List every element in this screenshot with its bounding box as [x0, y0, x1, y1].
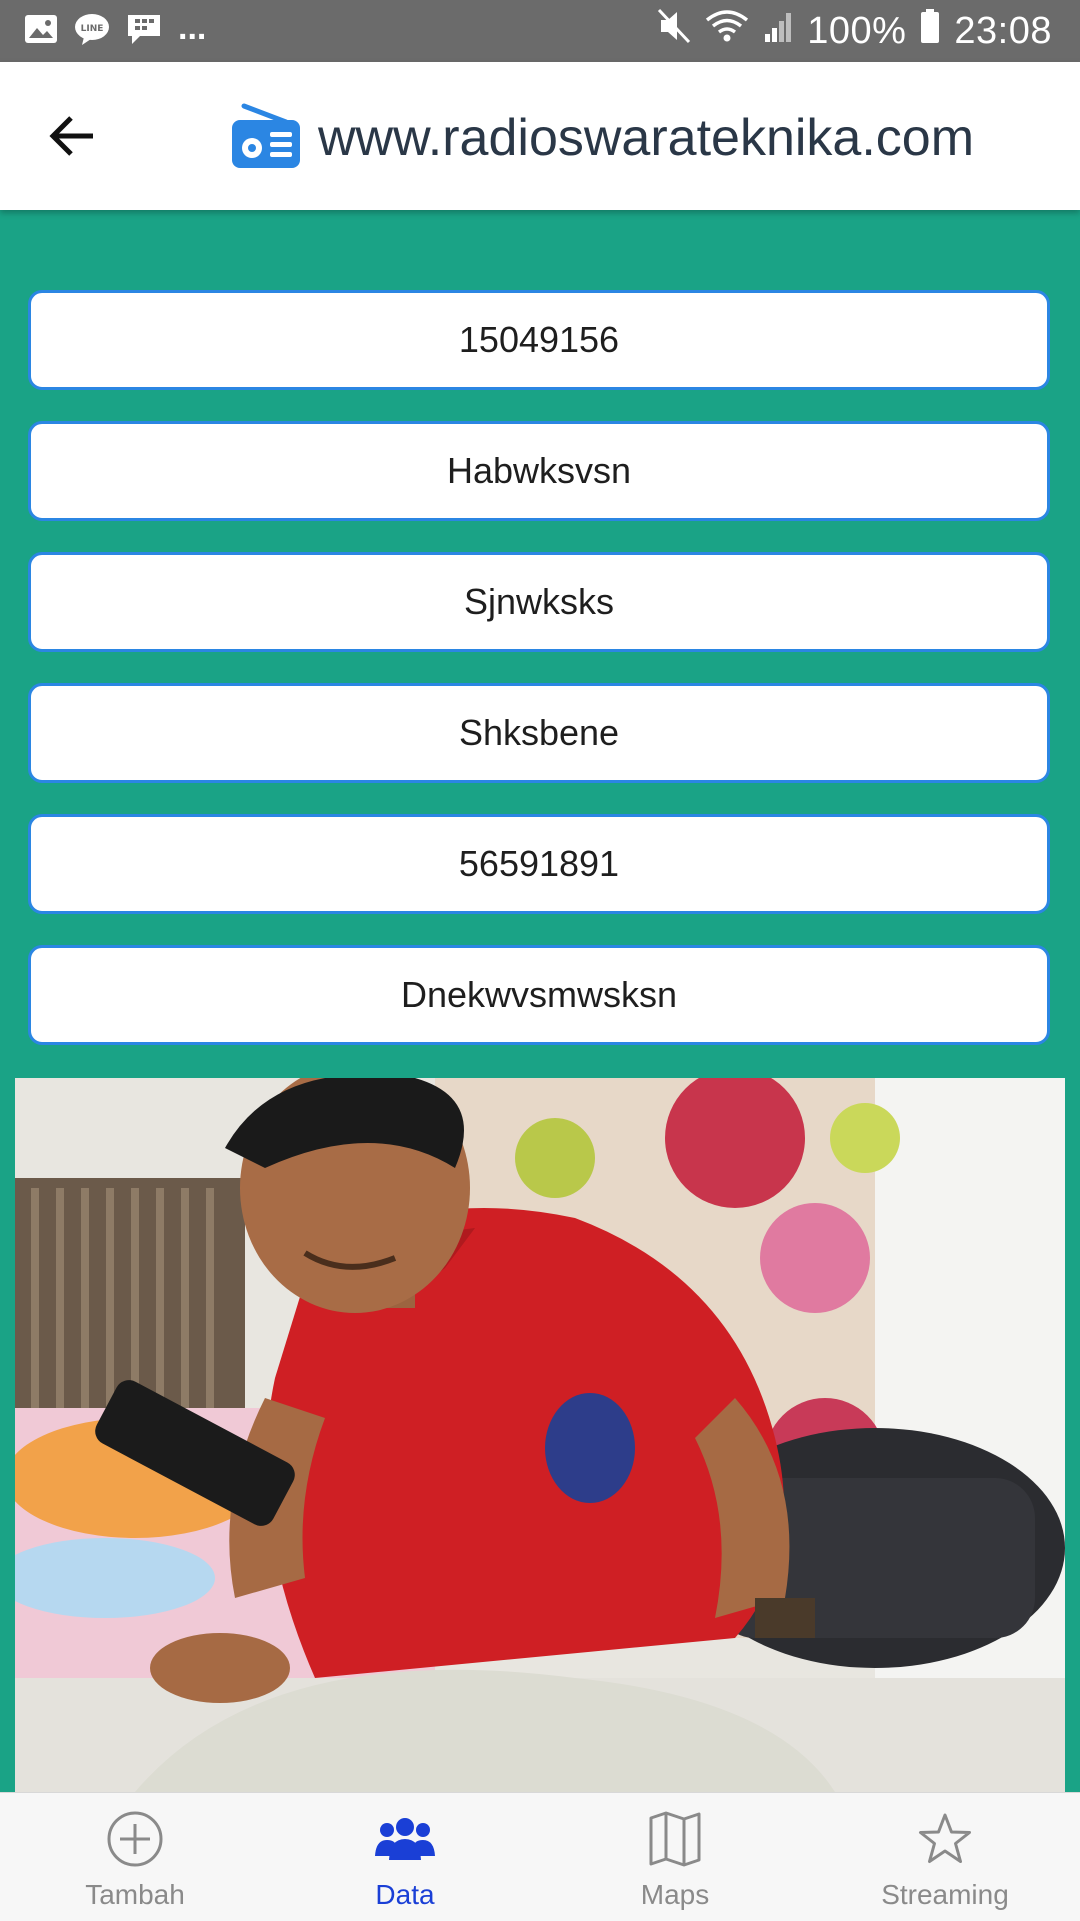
field-5[interactable]: 56591891 — [28, 814, 1050, 914]
nav-label-data: Data — [375, 1879, 435, 1910]
nav-streaming[interactable]: Streaming — [810, 1793, 1080, 1921]
clock: 23:08 — [954, 9, 1052, 52]
signal-icon — [763, 8, 793, 54]
plus-circle-icon — [106, 1809, 164, 1869]
status-system: 100% 23:08 — [657, 8, 1052, 54]
app-title-group: www.radioswarateknika.com — [230, 98, 974, 178]
battery-icon — [920, 8, 940, 54]
radio-icon — [230, 102, 302, 175]
field-3[interactable]: Sjnwksks — [28, 552, 1050, 652]
arrow-left-icon — [47, 114, 97, 163]
nav-data[interactable]: Data — [270, 1793, 540, 1921]
field-2[interactable]: Habwksvsn — [28, 421, 1050, 521]
nav-maps[interactable]: Maps — [540, 1793, 810, 1921]
status-bar: LINE ... 100% 23:08 — [0, 0, 1080, 62]
app-bar: www.radioswarateknika.com — [0, 62, 1080, 210]
line-icon: LINE — [74, 12, 110, 51]
star-icon — [917, 1809, 973, 1869]
nav-label-tambah: Tambah — [85, 1879, 185, 1910]
nav-tambah[interactable]: Tambah — [0, 1793, 270, 1921]
detail-content: 15049156 Habwksvsn Sjnwksks Shksbene 565… — [0, 210, 1080, 1792]
mute-icon — [657, 8, 691, 54]
nav-label-maps: Maps — [640, 1879, 710, 1910]
nav-label-streaming: Streaming — [881, 1879, 1009, 1910]
bottom-nav: Tambah Data Maps Streaming — [0, 1792, 1080, 1921]
profile-photo — [15, 1078, 1065, 1792]
people-icon — [374, 1809, 436, 1869]
svg-text:LINE: LINE — [81, 24, 104, 34]
status-notifications: LINE ... — [24, 10, 206, 52]
app-title: www.radioswarateknika.com — [318, 109, 975, 167]
field-6[interactable]: Dnekwvsmwsksn — [28, 945, 1050, 1045]
map-icon — [648, 1809, 702, 1869]
wifi-icon — [705, 8, 749, 54]
battery-percent: 100% — [807, 9, 907, 52]
back-button[interactable] — [40, 106, 104, 170]
status-overflow: ... — [178, 9, 207, 47]
gallery-icon — [24, 14, 58, 49]
bbm-icon — [126, 12, 162, 51]
field-1[interactable]: 15049156 — [28, 290, 1050, 390]
field-4[interactable]: Shksbene — [28, 683, 1050, 783]
